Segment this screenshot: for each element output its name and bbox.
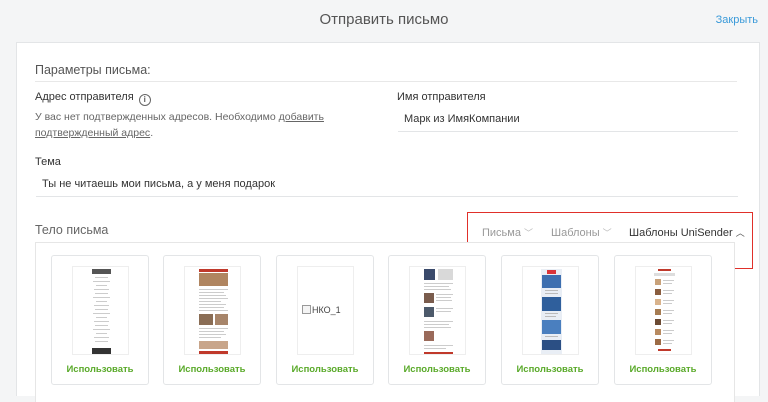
sender-address-label-row: Адрес отправителя i xyxy=(35,91,151,106)
template-preview: НКО_1 xyxy=(297,266,354,355)
broken-image-icon: НКО_1 xyxy=(302,305,341,315)
tab-letters[interactable]: Письма ﹀ xyxy=(482,226,533,239)
use-template-button[interactable]: Использовать xyxy=(615,364,711,375)
modal-header: Отправить письмо Закрыть xyxy=(0,0,768,40)
send-letter-panel: Параметры письма: Адрес отправителя i У в… xyxy=(16,42,760,402)
use-template-button[interactable]: Использовать xyxy=(164,364,260,375)
template-card[interactable]: НКО_1 Использовать xyxy=(276,255,374,385)
template-card[interactable]: Использовать xyxy=(614,255,712,385)
tab-templates[interactable]: Шаблоны ﹀ xyxy=(551,226,612,239)
image-alt-text: НКО_1 xyxy=(312,305,341,315)
chevron-up-icon: ︿ xyxy=(735,228,745,238)
sender-name-label: Имя отправителя xyxy=(397,91,486,103)
sender-address-note: У вас нет подтвержденных адресов. Необхо… xyxy=(35,109,345,141)
note-text: У вас нет подтвержденных адресов. Необхо… xyxy=(35,111,279,123)
use-template-button[interactable]: Использовать xyxy=(389,364,485,375)
section-divider xyxy=(35,81,737,82)
sender-address-label: Адрес отправителя xyxy=(35,91,134,103)
template-preview xyxy=(635,266,692,355)
sender-name-field[interactable]: Марк из ИмяКомпании xyxy=(398,107,738,132)
template-gallery: Использовать Использовать НКО_1 Использо… xyxy=(35,242,735,402)
chevron-down-icon: ﹀ xyxy=(523,228,533,238)
body-label: Тело письма xyxy=(35,223,109,237)
tab-templates-label: Шаблоны xyxy=(551,227,600,239)
info-icon[interactable]: i xyxy=(138,94,151,106)
use-template-button[interactable]: Использовать xyxy=(502,364,598,375)
chevron-down-icon: ﹀ xyxy=(602,228,612,238)
note-end: . xyxy=(150,127,154,139)
close-link[interactable]: Закрыть xyxy=(716,14,758,26)
template-card[interactable]: Использовать xyxy=(388,255,486,385)
template-card[interactable]: Использовать xyxy=(51,255,149,385)
tab-unisender-templates-label: Шаблоны UniSender xyxy=(629,227,733,239)
params-section-title: Параметры письма: xyxy=(35,63,151,77)
tab-unisender-templates[interactable]: Шаблоны UniSender ︿ xyxy=(629,226,745,239)
template-preview xyxy=(522,266,579,355)
template-preview xyxy=(409,266,466,355)
use-template-button[interactable]: Использовать xyxy=(52,364,148,375)
page-title: Отправить письмо xyxy=(319,11,449,28)
subject-label: Тема xyxy=(35,156,61,168)
use-template-button[interactable]: Использовать xyxy=(277,364,373,375)
template-card[interactable]: Использовать xyxy=(163,255,261,385)
template-preview xyxy=(184,266,241,355)
template-preview xyxy=(72,266,129,355)
tab-letters-label: Письма xyxy=(482,227,521,239)
template-card[interactable]: Использовать xyxy=(501,255,599,385)
subject-field[interactable]: Ты не читаешь мои письма, а у меня подар… xyxy=(36,172,738,197)
